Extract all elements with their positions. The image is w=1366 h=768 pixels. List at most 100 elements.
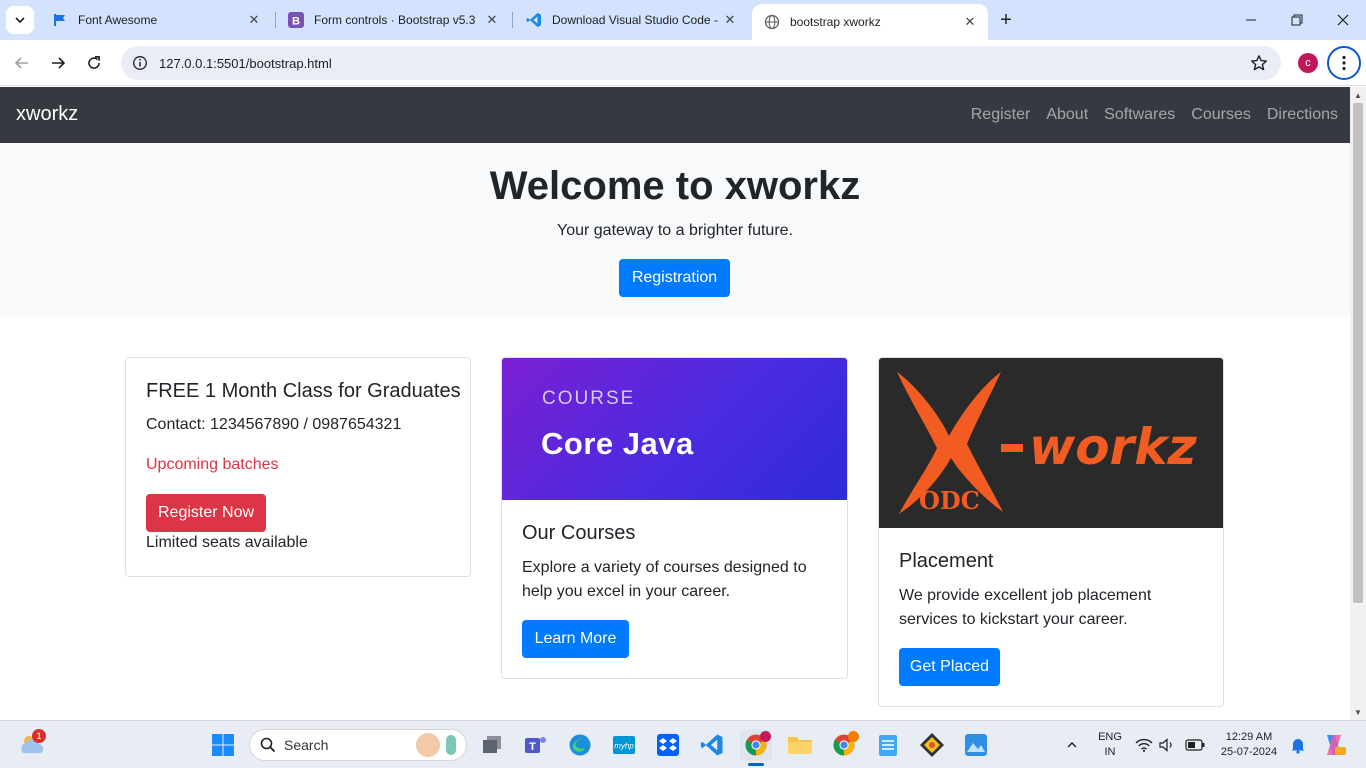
close-icon[interactable]: ✕ <box>962 14 978 30</box>
git-app-icon[interactable] <box>916 729 948 761</box>
volume-icon[interactable] <box>1156 729 1180 761</box>
taskbar-search-box[interactable]: Search <box>249 729 467 761</box>
photos-app-icon[interactable] <box>960 729 992 761</box>
vscode-icon <box>526 12 542 28</box>
courses-card-text: Explore a variety of courses designed to… <box>522 559 807 600</box>
windows-taskbar: 1 Search T myhp ENG IN 12:29 AM 25-07-20… <box>0 720 1366 768</box>
nav-link-about[interactable]: About <box>1046 103 1088 127</box>
tab-bootstrap-xworkz[interactable]: bootstrap xworkz ✕ <box>752 4 988 40</box>
task-view-icon[interactable] <box>476 729 508 761</box>
dropbox-icon[interactable] <box>652 729 684 761</box>
bootstrap-icon: B <box>288 12 304 28</box>
xworkz-logo-icon: ODC workz <box>897 372 1197 515</box>
courses-card: COURSE Core Java Our Courses Explore a v… <box>501 357 848 679</box>
tab-title: bootstrap xworkz <box>790 15 881 29</box>
course-banner-kicker: COURSE <box>542 388 636 409</box>
edge-icon[interactable] <box>564 729 596 761</box>
clock-date: 25-07-2024 <box>1220 746 1278 758</box>
new-tab-plus-icon[interactable]: + <box>994 8 1018 32</box>
register-now-button[interactable]: Register Now <box>146 494 266 532</box>
hero-title: Welcome to xworkz <box>489 164 861 208</box>
vscode-taskbar-icon[interactable] <box>696 729 728 761</box>
tab-title: Form controls · Bootstrap v5.3 <box>314 13 476 27</box>
scrollbar-thumb[interactable] <box>1353 103 1363 603</box>
placement-card-text: We provide excellent job placement servi… <box>899 587 1152 628</box>
copilot-icon[interactable] <box>1318 729 1350 761</box>
address-bar[interactable]: 127.0.0.1:5501/bootstrap.html <box>121 46 1281 80</box>
tab-separator <box>512 12 513 28</box>
close-icon[interactable]: ✕ <box>484 12 500 28</box>
url-text[interactable]: 127.0.0.1:5501/bootstrap.html <box>159 56 332 71</box>
close-icon[interactable]: ✕ <box>722 12 738 28</box>
nav-link-directions[interactable]: Directions <box>1267 103 1338 127</box>
svg-text:workz: workz <box>1029 418 1197 476</box>
site-info-icon[interactable] <box>123 46 157 80</box>
svg-text:myhp: myhp <box>614 742 634 751</box>
language-indicator[interactable]: ENG IN <box>1092 730 1128 760</box>
close-icon[interactable]: ✕ <box>246 12 262 28</box>
limited-seats-text: Limited seats available <box>146 534 308 551</box>
window-close-icon[interactable] <box>1320 0 1366 40</box>
chrome-second-profile-icon[interactable] <box>828 729 860 761</box>
windows-start-icon[interactable] <box>207 729 239 761</box>
navbar-brand[interactable]: xworkz <box>16 103 78 126</box>
tab-search-button[interactable] <box>6 6 34 34</box>
chrome-second-profile-badge <box>848 731 859 742</box>
tab-title: Font Awesome <box>78 13 158 27</box>
learn-more-button[interactable]: Learn More <box>522 620 629 658</box>
get-placed-button[interactable]: Get Placed <box>899 648 1000 686</box>
bookmark-star-icon[interactable] <box>1249 53 1269 73</box>
placement-card: ODC workz Placement We provide excellent… <box>878 357 1224 707</box>
tab-font-awesome[interactable]: Font Awesome ✕ <box>40 4 272 36</box>
svg-text:B: B <box>292 16 300 28</box>
chrome-active-indicator <box>748 763 764 766</box>
tab-vscode-download[interactable]: Download Visual Studio Code - ✕ <box>514 4 748 36</box>
course-banner-title: Core Java <box>541 426 694 461</box>
logo-sub-text: ODC <box>919 486 980 515</box>
wifi-icon[interactable] <box>1132 729 1156 761</box>
restore-icon[interactable] <box>1274 0 1320 40</box>
clock-time: 12:29 AM <box>1225 731 1273 743</box>
search-label: Search <box>284 737 329 753</box>
offer-card: FREE 1 Month Class for Graduates Contact… <box>125 357 471 577</box>
offer-card-title: FREE 1 Month Class for Graduates <box>146 380 461 402</box>
file-explorer-icon[interactable] <box>784 729 816 761</box>
chevron-down-icon <box>15 17 25 24</box>
browser-toolbar: 127.0.0.1:5501/bootstrap.html c <box>0 40 1366 86</box>
notepad-icon[interactable] <box>872 729 904 761</box>
site-navbar: xworkz Register About Softwares Courses … <box>0 87 1350 143</box>
core-java-course-image: COURSE Core Java <box>502 358 847 500</box>
registration-button[interactable]: Registration <box>619 259 730 297</box>
battery-icon[interactable] <box>1182 729 1208 761</box>
teams-icon[interactable]: T <box>520 729 552 761</box>
reload-icon[interactable] <box>80 49 108 77</box>
language-line1: ENG <box>1098 731 1122 743</box>
notification-bell-icon[interactable] <box>1286 729 1310 761</box>
weather-badge: 1 <box>32 729 46 743</box>
profile-avatar[interactable]: c <box>1298 53 1318 73</box>
show-hidden-icons-chevron-icon[interactable] <box>1056 729 1088 761</box>
nav-link-register[interactable]: Register <box>971 103 1031 127</box>
search-highlight-dna-icon <box>446 735 456 755</box>
chrome-icon[interactable] <box>740 729 772 761</box>
minimize-icon[interactable] <box>1228 0 1274 40</box>
upcoming-batches-text: Upcoming batches <box>146 456 279 473</box>
navbar-links: Register About Softwares Courses Directi… <box>955 103 1338 127</box>
contact-text: Contact: 1234567890 / 0987654321 <box>146 416 402 433</box>
nav-link-courses[interactable]: Courses <box>1191 103 1251 127</box>
clock[interactable]: 12:29 AM 25-07-2024 <box>1214 730 1284 760</box>
weather-widget-icon[interactable]: 1 <box>16 729 48 761</box>
scroll-down-arrow-icon[interactable]: ▼ <box>1350 705 1366 719</box>
myhp-icon[interactable]: myhp <box>608 729 640 761</box>
back-arrow-icon[interactable] <box>8 49 36 77</box>
tab-title: Download Visual Studio Code - <box>552 13 718 27</box>
tab-bootstrap-forms[interactable]: B Form controls · Bootstrap v5.3 ✕ <box>276 4 510 36</box>
placement-card-title: Placement <box>899 550 994 572</box>
page-scrollbar[interactable]: ▲ ▼ <box>1350 87 1366 720</box>
more-menu-icon[interactable] <box>1327 46 1361 80</box>
chrome-profile-badge <box>760 731 771 742</box>
scroll-up-arrow-icon[interactable]: ▲ <box>1350 88 1366 102</box>
browser-tabstrip: Font Awesome ✕ B Form controls · Bootstr… <box>0 0 1366 40</box>
nav-link-softwares[interactable]: Softwares <box>1104 103 1175 127</box>
forward-arrow-icon[interactable] <box>44 49 72 77</box>
